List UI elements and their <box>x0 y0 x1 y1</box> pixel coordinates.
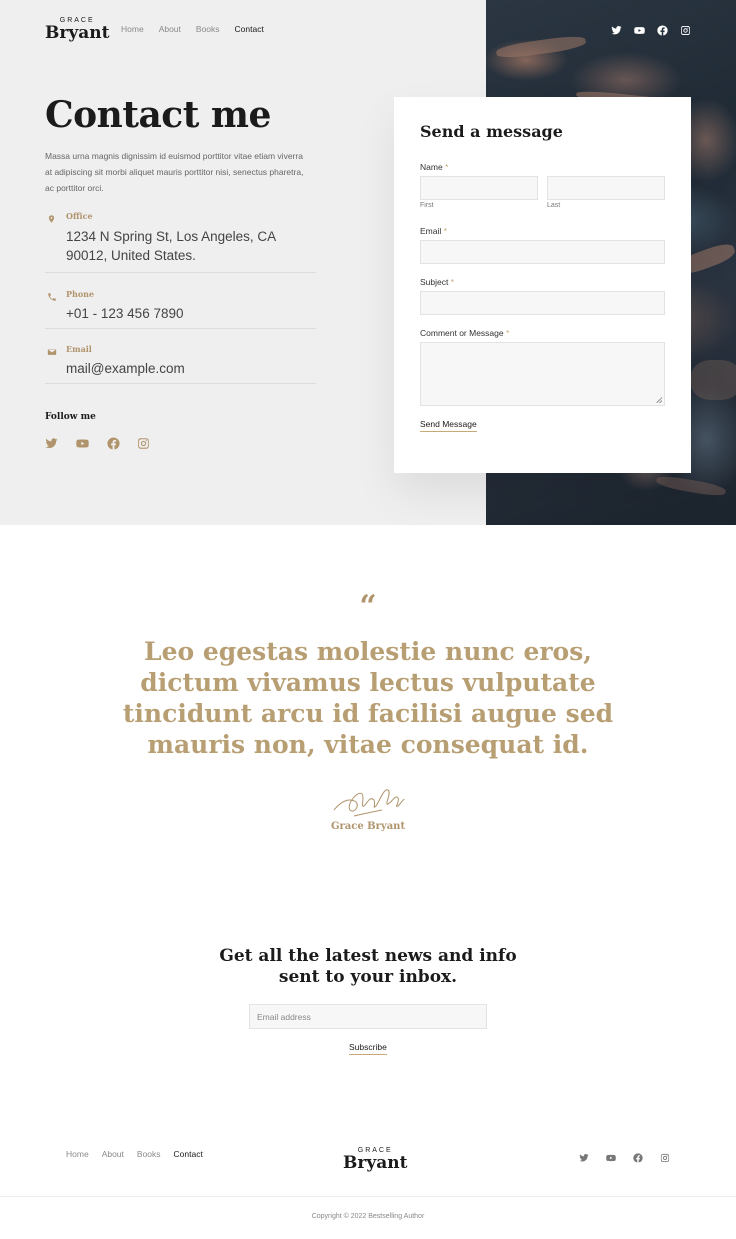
footer-brand-logo[interactable]: GRACE Bryant <box>343 1147 407 1172</box>
email-field[interactable] <box>420 240 665 264</box>
office-label: Office <box>66 211 93 221</box>
twitter-icon[interactable] <box>45 437 58 450</box>
nav-books[interactable]: Books <box>196 24 220 34</box>
quote-text: Leo egestas molestie nunc eros, dictum v… <box>122 637 614 759</box>
footer-divider <box>0 1196 736 1197</box>
facebook-icon[interactable] <box>107 437 120 450</box>
resize-handle-icon[interactable] <box>656 397 662 403</box>
subscribe-button[interactable]: Subscribe <box>349 1042 387 1055</box>
message-textarea[interactable] <box>420 342 665 406</box>
nav-contact[interactable]: Contact <box>235 24 264 34</box>
footer-brand-big: Bryant <box>343 1153 408 1173</box>
header-social-links <box>611 23 691 36</box>
email-label: Email <box>66 344 92 354</box>
instagram-icon[interactable] <box>680 23 691 35</box>
map-pin-icon <box>47 211 57 223</box>
send-message-button[interactable]: Send Message <box>420 419 477 432</box>
facebook-icon[interactable] <box>633 1150 643 1163</box>
footer-social-links <box>579 1150 670 1163</box>
footer-nav: Home About Books Contact <box>66 1149 216 1159</box>
last-name-input[interactable] <box>547 176 665 200</box>
last-sublabel: Last <box>547 202 561 209</box>
nav-about[interactable]: About <box>159 24 181 34</box>
form-title: Send a message <box>420 122 563 141</box>
brand-logo[interactable]: GRACE Bryant <box>45 17 109 42</box>
office-value: 1234 N Spring St, Los Angeles, CA 90012,… <box>66 229 276 263</box>
envelope-icon <box>47 344 57 355</box>
email-field-label: Email * <box>420 226 447 236</box>
copyright-text: Copyright © 2022 Bestselling Author <box>311 1213 425 1220</box>
footer-nav-contact[interactable]: Contact <box>174 1149 203 1159</box>
youtube-icon[interactable] <box>634 23 645 34</box>
main-nav: Home About Books Contact <box>121 24 279 34</box>
youtube-icon[interactable] <box>606 1150 616 1162</box>
instagram-icon[interactable] <box>660 1150 670 1163</box>
contact-phone: Phone +01 - 123 456 7890 <box>45 289 316 329</box>
contact-email: Email mail@example.com <box>45 344 316 384</box>
follow-title: Follow me <box>45 412 96 422</box>
brand-logo-big: Bryant <box>45 23 110 43</box>
newsletter-email-input[interactable] <box>249 1004 487 1029</box>
quote-mark-icon: “ <box>359 589 377 624</box>
footer-nav-home[interactable]: Home <box>66 1149 89 1159</box>
signature-image <box>332 780 406 820</box>
page-title: Contact me <box>45 94 271 136</box>
twitter-icon[interactable] <box>579 1150 589 1162</box>
subject-label: Subject * <box>420 277 455 287</box>
newsletter-title: Get all the latest news and info sent to… <box>219 946 517 987</box>
twitter-icon[interactable] <box>611 23 622 35</box>
footer-nav-books[interactable]: Books <box>137 1149 161 1159</box>
contact-form-card: Send a message Name * First Last Email *… <box>394 97 691 473</box>
phone-icon <box>47 289 57 301</box>
first-name-input[interactable] <box>420 176 538 200</box>
message-label: Comment or Message * <box>420 328 510 338</box>
instagram-icon[interactable] <box>137 437 150 450</box>
phone-value[interactable]: +01 - 123 456 7890 <box>66 304 183 323</box>
quote-author: Grace Bryant <box>330 821 406 832</box>
contact-office: Office 1234 N Spring St, Los Angeles, CA… <box>45 211 316 273</box>
subject-field[interactable] <box>420 291 665 315</box>
email-value[interactable]: mail@example.com <box>66 359 185 378</box>
name-label: Name * <box>420 162 449 172</box>
first-sublabel: First <box>420 202 434 209</box>
youtube-icon[interactable] <box>75 437 90 450</box>
nav-home[interactable]: Home <box>121 24 144 34</box>
intro-text: Massa urna magnis dignissim id euismod p… <box>45 151 304 193</box>
footer-nav-about[interactable]: About <box>102 1149 124 1159</box>
facebook-icon[interactable] <box>657 23 668 36</box>
follow-social-links <box>45 437 150 450</box>
phone-label: Phone <box>66 289 95 299</box>
